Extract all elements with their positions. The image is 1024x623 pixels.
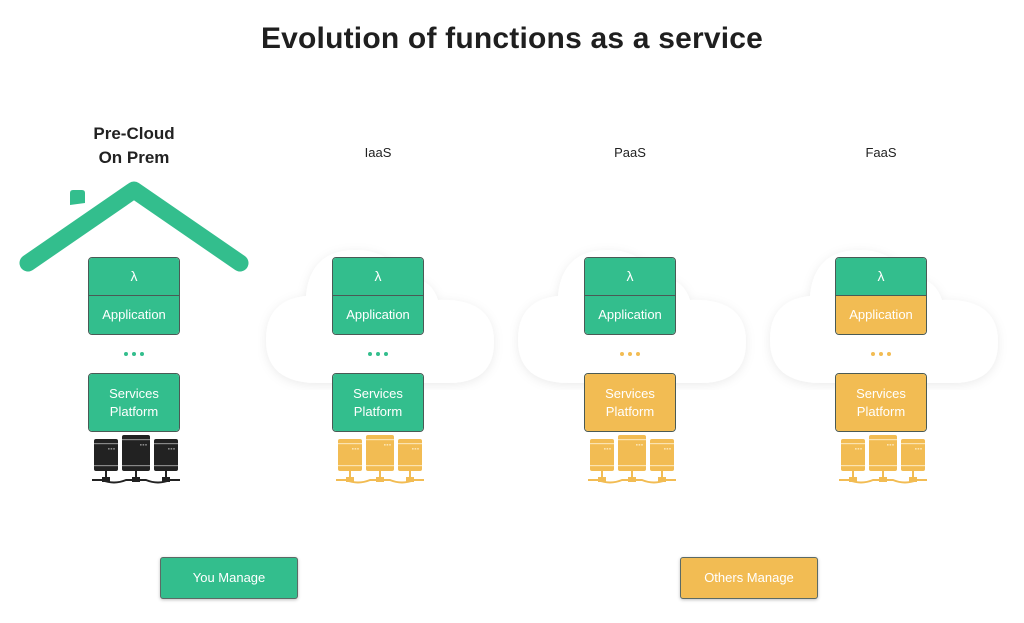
services-label: Services xyxy=(856,385,906,401)
server-rack-icon xyxy=(588,435,676,484)
services-platform-box: Services Platform xyxy=(88,373,180,432)
application-box: λ Application xyxy=(584,257,676,335)
services-label: Services xyxy=(353,385,403,401)
server-rack-icon xyxy=(336,435,424,484)
services-platform-cell: Services Platform xyxy=(89,374,179,431)
platform-label: Platform xyxy=(856,403,906,419)
column-label-faas: FaaS xyxy=(865,145,897,160)
stack-iaas: λ Application Services Platform xyxy=(332,257,424,432)
services-platform-box: Services Platform xyxy=(332,373,424,432)
column-label-iaas: IaaS xyxy=(364,145,392,160)
server-rack-icon xyxy=(839,435,927,484)
legend-others-manage: Others Manage xyxy=(680,557,818,599)
ellipsis-dots xyxy=(584,335,676,373)
application-cell: Application xyxy=(333,296,423,334)
services-platform-box: Services Platform xyxy=(835,373,927,432)
services-label: Services xyxy=(605,385,655,401)
services-platform-cell: Services Platform xyxy=(836,374,926,431)
column-label-line1: Pre-Cloud xyxy=(93,124,175,143)
column-label-pre-cloud: Pre-Cloud On Prem xyxy=(64,122,204,170)
legend-you-manage: You Manage xyxy=(160,557,298,599)
ellipsis-dots xyxy=(835,335,927,373)
stack-pre-cloud: λ Application Services Platform xyxy=(88,257,180,432)
diagram-title: Evolution of functions as a service xyxy=(260,22,764,55)
application-box: λ Application xyxy=(88,257,180,335)
lambda-cell: λ xyxy=(836,258,926,296)
lambda-cell: λ xyxy=(585,258,675,296)
services-platform-box: Services Platform xyxy=(584,373,676,432)
platform-label: Platform xyxy=(353,403,403,419)
platform-label: Platform xyxy=(605,403,655,419)
column-label-line2: On Prem xyxy=(98,148,170,167)
server-rack-icon xyxy=(92,435,180,484)
column-label-paas: PaaS xyxy=(614,145,646,160)
ellipsis-dots xyxy=(332,335,424,373)
services-platform-cell: Services Platform xyxy=(333,374,423,431)
lambda-cell: λ xyxy=(89,258,179,296)
application-cell: Application xyxy=(89,296,179,334)
ellipsis-dots xyxy=(88,335,180,373)
application-box: λ Application xyxy=(332,257,424,335)
services-platform-cell: Services Platform xyxy=(585,374,675,431)
application-cell: Application xyxy=(585,296,675,334)
application-box: λ Application xyxy=(835,257,927,335)
platform-label: Platform xyxy=(109,403,159,419)
stack-paas: λ Application Services Platform xyxy=(584,257,676,432)
application-cell: Application xyxy=(836,296,926,334)
lambda-cell: λ xyxy=(333,258,423,296)
stack-faas: λ Application Services Platform xyxy=(835,257,927,432)
services-label: Services xyxy=(109,385,159,401)
